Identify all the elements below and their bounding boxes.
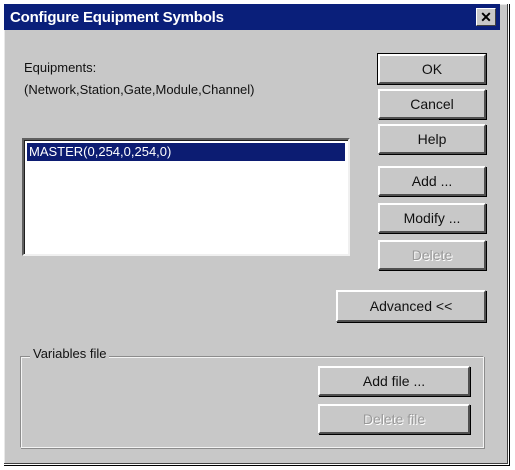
- modify-button[interactable]: Modify ...: [378, 203, 486, 233]
- add-file-button[interactable]: Add file ...: [318, 366, 470, 396]
- ok-button[interactable]: OK: [377, 53, 487, 85]
- title-bar[interactable]: Configure Equipment Symbols ✕: [4, 4, 500, 30]
- close-button[interactable]: ✕: [476, 8, 496, 26]
- variables-file-label: Variables file: [30, 346, 110, 361]
- dialog-title: Configure Equipment Symbols: [10, 8, 224, 26]
- equipment-listbox[interactable]: MASTER(0,254,0,254,0): [22, 138, 350, 256]
- delete-file-button[interactable]: Delete file: [318, 404, 470, 434]
- advanced-button[interactable]: Advanced <<: [336, 290, 486, 322]
- delete-button[interactable]: Delete: [378, 240, 486, 270]
- list-item[interactable]: MASTER(0,254,0,254,0): [27, 143, 345, 161]
- add-button[interactable]: Add ...: [378, 166, 486, 196]
- equipments-label: Equipments:: [24, 60, 97, 75]
- close-icon: ✕: [480, 9, 492, 25]
- cancel-button[interactable]: Cancel: [378, 89, 486, 119]
- help-button[interactable]: Help: [378, 124, 486, 154]
- equipments-format-hint: (Network,Station,Gate,Module,Channel): [24, 82, 255, 97]
